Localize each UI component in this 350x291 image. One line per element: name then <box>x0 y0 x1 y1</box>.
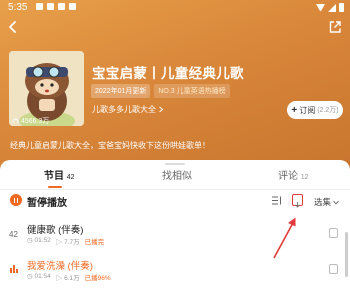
now-playing-icon <box>10 265 18 273</box>
wifi-icon <box>316 4 325 11</box>
tab-bar: 节目 42 找相似 评论 12 <box>0 167 350 187</box>
chevron-down-icon <box>333 200 340 205</box>
track-row[interactable]: 42 健康歌 (伴奏) ◷ 01:52 ▷ 7.7万 已播完 <box>0 222 350 252</box>
album-header: 5:35 4566.3万 宝宝启蒙丨儿童经典儿歌 2022年01月更新 NO.3… <box>0 0 350 170</box>
cover-illustration <box>9 51 84 126</box>
chevron-right-icon <box>159 106 164 113</box>
track-plays: ▷ 7.7万 <box>55 239 80 246</box>
tab-indicator <box>48 186 62 188</box>
status-bar: 5:35 <box>0 0 350 16</box>
status-time: 5:35 <box>8 2 28 13</box>
back-icon[interactable] <box>6 20 20 34</box>
playback-status[interactable]: 暂停播放 <box>27 194 67 209</box>
download-icon[interactable] <box>329 264 338 274</box>
sort-icon[interactable] <box>271 195 282 206</box>
tab-label: 评论 <box>278 171 298 182</box>
notification-icon <box>47 3 54 10</box>
track-plays: ▷ 6.1万 <box>55 275 80 282</box>
album-title: 宝宝启蒙丨儿童经典儿歌 <box>92 66 244 81</box>
track-toolbar: 暂停播放 选集 <box>0 191 350 211</box>
battery-icon <box>339 3 344 12</box>
play-count: 4566.3万 <box>12 116 49 126</box>
track-title: 健康歌 (伴奏) <box>27 225 84 236</box>
scrollbar[interactable] <box>345 232 348 277</box>
album-cover[interactable] <box>9 51 84 126</box>
track-progress: 已播完 <box>84 239 105 246</box>
pause-icon[interactable] <box>10 194 22 206</box>
download-arrow-icon <box>295 202 300 208</box>
tab-episodes[interactable]: 节目 42 <box>44 167 75 182</box>
play-count-value: 4566.3万 <box>21 118 50 125</box>
subscribe-button[interactable]: + 订阅 (2.2万) <box>287 101 343 119</box>
track-progress: 已播96% <box>84 275 111 282</box>
drag-handle[interactable] <box>165 163 185 165</box>
subscribe-count: (2.2万) <box>317 107 339 114</box>
signal-icon <box>328 3 336 12</box>
track-duration: ◷ 01:52 <box>27 237 51 244</box>
track-title: 我爱洗澡 (伴奏) <box>27 261 93 272</box>
plus-icon: + <box>291 104 298 116</box>
track-duration: ◷ 01:54 <box>27 273 51 280</box>
tab-similar[interactable]: 找相似 <box>162 167 192 182</box>
download-icon[interactable] <box>329 228 338 238</box>
tab-count: 12 <box>300 174 309 181</box>
notification-icon <box>69 3 76 10</box>
select-label: 选集 <box>314 197 332 207</box>
divider <box>0 189 350 190</box>
author-name: 儿歌多多儿歌大全 <box>92 105 156 114</box>
notification-icon <box>36 3 43 10</box>
track-meta: ◷ 01:54 ▷ 6.1万 已播96% <box>27 272 111 282</box>
subscribe-label: 订阅 <box>299 105 316 115</box>
tag-row: 2022年01月更新 NO.3 儿童英语热播榜 <box>91 84 230 98</box>
rank-tag[interactable]: NO.3 儿童英语热播榜 <box>154 84 230 98</box>
select-episodes-button[interactable]: 选集 <box>314 196 340 208</box>
headphone-icon <box>12 118 19 123</box>
track-meta: ◷ 01:52 ▷ 7.7万 已播完 <box>27 236 104 246</box>
author-link[interactable]: 儿歌多多儿歌大全 <box>92 104 164 115</box>
share-icon[interactable] <box>328 20 342 34</box>
tab-label: 节目 <box>44 171 64 182</box>
tab-comments[interactable]: 评论 12 <box>278 167 309 182</box>
update-tag: 2022年01月更新 <box>91 84 151 98</box>
track-row-playing[interactable]: 我爱洗澡 (伴奏) ◷ 01:54 ▷ 6.1万 已播96% <box>0 258 350 288</box>
album-description: 经典儿童启蒙儿歌大全，宝爸宝妈快收下这份哄娃歌单！ <box>10 141 210 150</box>
tab-label: 找相似 <box>162 171 192 182</box>
notification-icons <box>36 3 76 10</box>
system-icons <box>316 3 344 12</box>
track-number: 42 <box>9 230 18 239</box>
batch-download-icon[interactable] <box>292 194 303 208</box>
notification-icon <box>58 3 65 10</box>
tab-count: 42 <box>66 174 75 181</box>
